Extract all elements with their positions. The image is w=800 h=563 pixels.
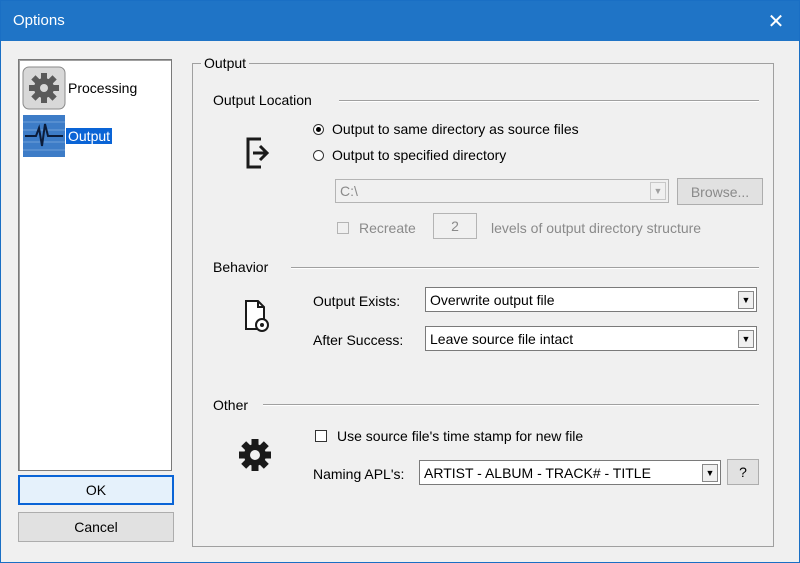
naming-value: ARTIST - ALBUM - TRACK# - TITLE xyxy=(424,464,651,481)
output-group-caption: Output xyxy=(201,55,250,71)
help-button[interactable]: ? xyxy=(727,459,759,485)
after-success-value: Leave source file intact xyxy=(430,330,574,347)
radio-indicator xyxy=(313,123,324,135)
directory-combo[interactable]: C:\ ▼ xyxy=(335,179,669,203)
chevron-down-icon: ▼ xyxy=(650,182,666,200)
other-heading: Other xyxy=(213,397,255,413)
list-item-label: Output xyxy=(66,128,113,144)
checkbox-indicator xyxy=(315,430,327,442)
title-bar: Options ✕ xyxy=(1,1,799,41)
chevron-down-icon: ▼ xyxy=(738,290,754,309)
category-list[interactable]: Processing Output xyxy=(18,59,172,471)
naming-label: Naming APL's: xyxy=(313,466,405,482)
recreate-levels-field[interactable]: 2 xyxy=(433,213,477,239)
location-divider xyxy=(339,100,759,102)
behavior-divider xyxy=(291,267,759,269)
output-exists-value: Overwrite output file xyxy=(430,291,555,308)
checkbox-indicator xyxy=(337,222,349,234)
output-export-icon xyxy=(245,137,273,172)
behavior-heading: Behavior xyxy=(213,259,275,275)
radio-indicator xyxy=(313,149,324,161)
timestamp-label: Use source file's time stamp for new fil… xyxy=(337,428,584,444)
options-dialog: Options ✕ Processing Output OK Cancel Ou… xyxy=(0,0,800,563)
browse-button[interactable]: Browse... xyxy=(677,178,763,205)
after-success-select[interactable]: Leave source file intact ▼ xyxy=(425,326,757,351)
radio-same-directory[interactable]: Output to same directory as source files xyxy=(313,121,579,137)
list-item-processing[interactable]: Processing xyxy=(22,66,139,110)
close-icon: ✕ xyxy=(767,10,785,33)
chevron-down-icon: ▼ xyxy=(738,329,754,348)
list-item-label: Processing xyxy=(68,80,138,96)
recreate-label: Recreate xyxy=(359,220,416,236)
output-location-heading: Output Location xyxy=(213,92,318,108)
chevron-down-icon: ▼ xyxy=(702,463,718,482)
gear-icon xyxy=(237,437,273,476)
list-item-output[interactable]: Output xyxy=(22,114,113,158)
output-exists-select[interactable]: Overwrite output file ▼ xyxy=(425,287,757,312)
recreate-checkbox[interactable]: Recreate xyxy=(337,220,416,236)
recreate-suffix: levels of output directory structure xyxy=(491,220,702,236)
naming-select[interactable]: ARTIST - ALBUM - TRACK# - TITLE ▼ xyxy=(419,460,721,485)
after-success-label: After Success: xyxy=(313,332,404,348)
timestamp-checkbox[interactable]: Use source file's time stamp for new fil… xyxy=(315,428,583,444)
radio-specified-directory[interactable]: Output to specified directory xyxy=(313,147,506,163)
close-button[interactable]: ✕ xyxy=(753,1,799,41)
output-exists-label: Output Exists: xyxy=(313,293,401,309)
waveform-icon xyxy=(22,114,66,158)
radio-specified-label: Output to specified directory xyxy=(332,147,507,163)
ok-button[interactable]: OK xyxy=(18,475,174,505)
other-divider xyxy=(263,404,759,406)
window-title: Options xyxy=(13,12,65,29)
document-settings-icon xyxy=(244,299,270,336)
radio-same-label: Output to same directory as source files xyxy=(332,121,579,137)
gear-icon xyxy=(22,66,66,110)
cancel-button[interactable]: Cancel xyxy=(18,512,174,542)
recreate-levels-value: 2 xyxy=(451,218,459,234)
directory-value: C:\ xyxy=(340,183,358,199)
